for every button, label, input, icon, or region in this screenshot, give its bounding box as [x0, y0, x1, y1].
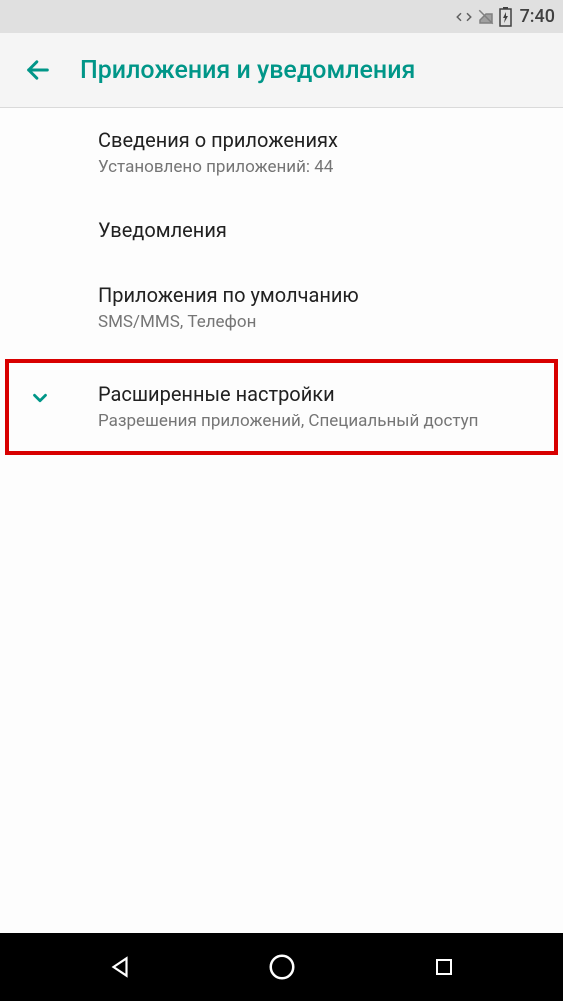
- no-sim-icon: [477, 8, 495, 26]
- advanced-settings-item[interactable]: Расширенные настройки Разрешения приложе…: [5, 359, 558, 455]
- nav-home-button[interactable]: [267, 952, 297, 982]
- nav-back-button[interactable]: [107, 954, 133, 980]
- battery-charging-icon: [499, 7, 512, 27]
- status-time: 7:40: [520, 6, 555, 27]
- back-button[interactable]: [18, 50, 58, 90]
- app-bar: Приложения и уведомления: [0, 33, 563, 108]
- status-bar: 7:40: [0, 0, 563, 33]
- page-title: Приложения и уведомления: [80, 56, 415, 85]
- settings-list: Сведения о приложениях Установлено прило…: [0, 108, 563, 933]
- notifications-item[interactable]: Уведомления: [0, 198, 563, 263]
- advanced-subtitle: Разрешения приложений, Специальный досту…: [98, 410, 540, 433]
- app-info-title: Сведения о приложениях: [98, 127, 545, 154]
- chevron-down-icon: [23, 381, 98, 409]
- notifications-title: Уведомления: [98, 217, 545, 244]
- default-apps-title: Приложения по умолчанию: [98, 282, 545, 309]
- default-apps-item[interactable]: Приложения по умолчанию SMS/MMS, Телефон: [0, 263, 563, 353]
- app-info-item[interactable]: Сведения о приложениях Установлено прило…: [0, 108, 563, 198]
- code-icon: [455, 8, 473, 26]
- navigation-bar: [0, 933, 563, 1001]
- app-info-subtitle: Установлено приложений: 44: [98, 156, 545, 179]
- default-apps-subtitle: SMS/MMS, Телефон: [98, 311, 545, 334]
- nav-recent-button[interactable]: [432, 955, 456, 979]
- advanced-title: Расширенные настройки: [98, 381, 540, 408]
